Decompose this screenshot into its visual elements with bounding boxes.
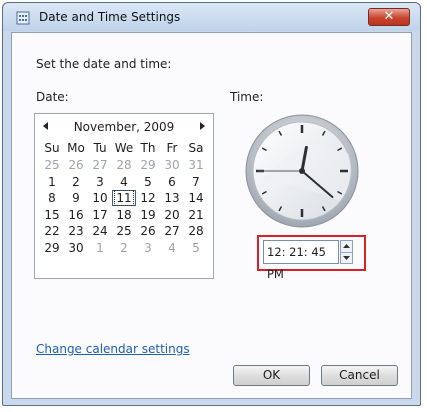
- calendar-day[interactable]: 26: [64, 157, 88, 173]
- calendar-day-selected[interactable]: 11: [112, 190, 136, 207]
- date-time-settings-window: Date and Time Settings ✕ Set the date an…: [2, 2, 421, 406]
- calendar-day[interactable]: 10: [88, 190, 112, 206]
- calendar: November, 2009 Su Mo Tu We Th Fr Sa 25 26 27 28 29…: [34, 113, 214, 279]
- calendar-day[interactable]: 30: [160, 157, 184, 173]
- time-input[interactable]: 12: 21: 45 PM: [263, 240, 339, 281]
- calendar-header: November, 2009: [35, 114, 213, 138]
- calendar-day[interactable]: 6: [160, 174, 184, 190]
- calendar-day[interactable]: 31: [184, 157, 208, 173]
- calendar-day[interactable]: 3: [88, 174, 112, 190]
- calendar-day[interactable]: 12: [136, 190, 160, 206]
- close-button[interactable]: ✕: [368, 8, 410, 26]
- calendar-day[interactable]: 30: [64, 240, 88, 256]
- calendar-day[interactable]: 14: [184, 190, 208, 206]
- time-label: Time:: [230, 90, 264, 104]
- spin-down-icon: [343, 256, 350, 260]
- calendar-day[interactable]: 28: [112, 157, 136, 173]
- title-bar: Date and Time Settings ✕: [3, 3, 420, 31]
- calendar-day[interactable]: 2: [64, 174, 88, 190]
- previous-month-icon[interactable]: [40, 120, 52, 132]
- calendar-day[interactable]: 4: [112, 174, 136, 190]
- calendar-icon: [16, 11, 30, 25]
- cancel-button[interactable]: Cancel: [321, 365, 398, 386]
- calendar-day[interactable]: 29: [136, 157, 160, 173]
- weekday-label: Mo: [67, 141, 85, 155]
- window-title: Date and Time Settings: [39, 10, 181, 24]
- calendar-day[interactable]: 7: [184, 174, 208, 190]
- date-label: Date:: [36, 90, 69, 104]
- close-icon: ✕: [383, 9, 395, 24]
- calendar-day[interactable]: 20: [160, 207, 184, 223]
- spin-up-icon: [343, 244, 350, 248]
- weekday-label: Tu: [93, 141, 107, 155]
- weekday-label: Fr: [166, 141, 178, 155]
- calendar-day[interactable]: 16: [64, 207, 88, 223]
- calendar-day[interactable]: 27: [88, 157, 112, 173]
- calendar-day[interactable]: 8: [40, 190, 64, 206]
- calendar-day[interactable]: 21: [184, 207, 208, 223]
- calendar-day[interactable]: 15: [40, 207, 64, 223]
- calendar-day[interactable]: 1: [88, 240, 112, 256]
- change-calendar-settings-link[interactable]: Change calendar settings: [36, 342, 190, 356]
- calendar-day[interactable]: 28: [184, 223, 208, 239]
- time-spinner[interactable]: [340, 240, 353, 264]
- ok-button[interactable]: OK: [233, 365, 310, 386]
- calendar-day[interactable]: 26: [136, 223, 160, 239]
- weekday-label: Su: [44, 141, 60, 155]
- calendar-day[interactable]: 4: [160, 240, 184, 256]
- calendar-day[interactable]: 3: [136, 240, 160, 256]
- clock-center: [299, 168, 305, 174]
- calendar-day[interactable]: 19: [136, 207, 160, 223]
- calendar-day[interactable]: 27: [160, 223, 184, 239]
- calendar-day[interactable]: 29: [40, 240, 64, 256]
- calendar-month-year[interactable]: November, 2009: [59, 120, 189, 134]
- calendar-day[interactable]: 24: [88, 223, 112, 239]
- weekday-label: Sa: [188, 141, 204, 155]
- instruction-text: Set the date and time:: [36, 57, 172, 71]
- calendar-day[interactable]: 9: [64, 190, 88, 206]
- calendar-day[interactable]: 25: [40, 157, 64, 173]
- calendar-day[interactable]: 18: [112, 207, 136, 223]
- time-decrement-button[interactable]: [341, 252, 352, 263]
- analog-clock: [245, 114, 359, 228]
- next-month-icon[interactable]: [196, 120, 208, 132]
- dialog-content: Set the date and time: Date: Time: Novem…: [11, 32, 412, 399]
- weekday-label: We: [114, 141, 134, 155]
- calendar-day[interactable]: 22: [40, 223, 64, 239]
- calendar-day[interactable]: 23: [64, 223, 88, 239]
- calendar-day[interactable]: 1: [40, 174, 64, 190]
- calendar-day[interactable]: 25: [112, 223, 136, 239]
- calendar-day[interactable]: 13: [160, 190, 184, 206]
- calendar-day[interactable]: 5: [184, 240, 208, 256]
- calendar-day[interactable]: 2: [112, 240, 136, 256]
- calendar-day[interactable]: 17: [88, 207, 112, 223]
- calendar-day[interactable]: 5: [136, 174, 160, 190]
- weekday-label: Th: [140, 141, 156, 155]
